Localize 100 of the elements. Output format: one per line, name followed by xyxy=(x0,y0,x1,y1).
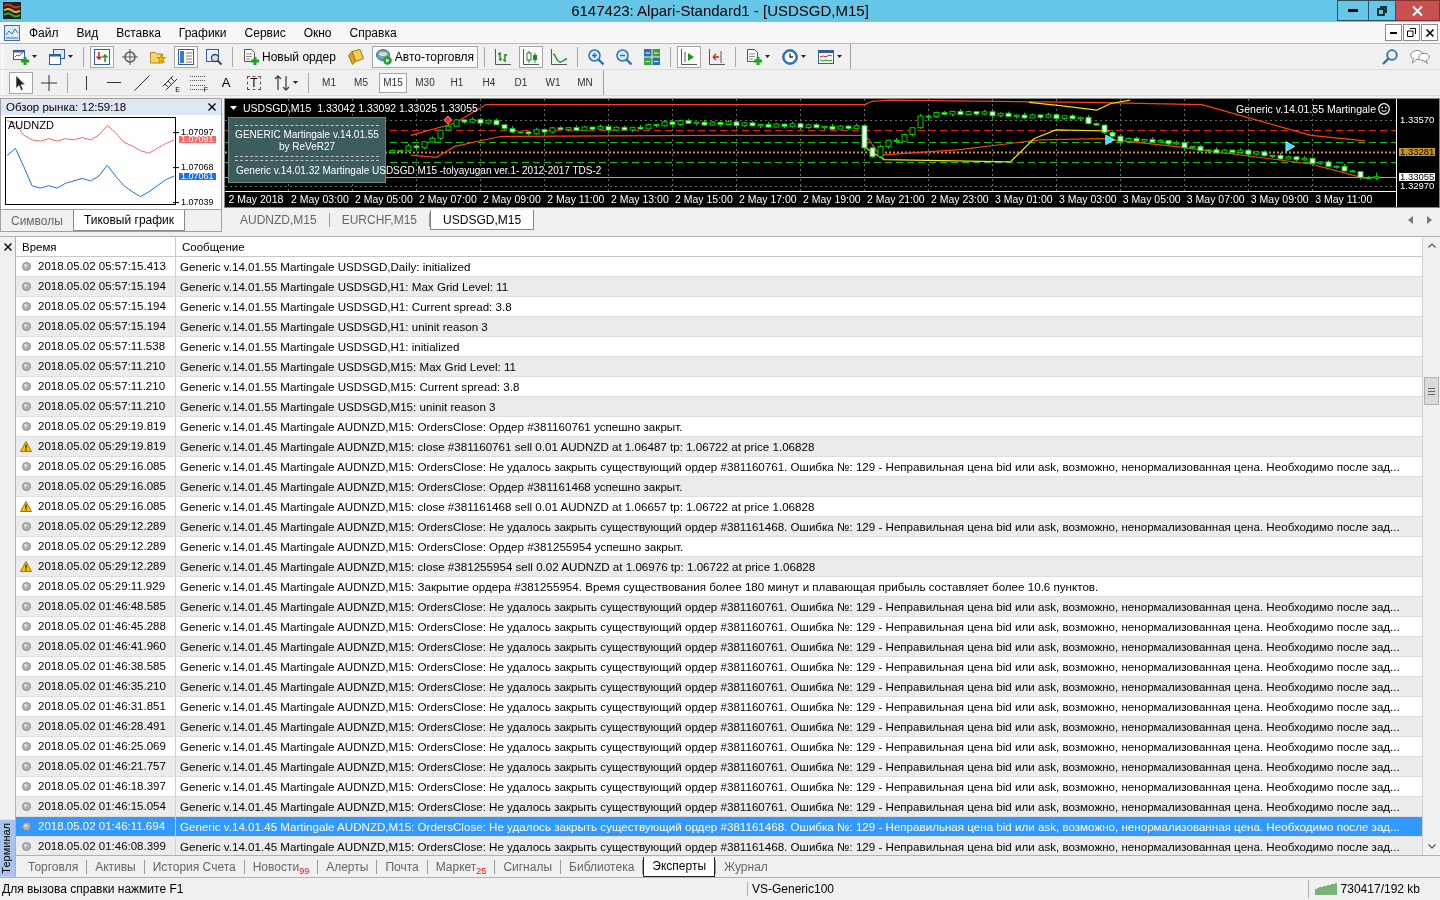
timeframe-button[interactable]: H4 xyxy=(475,72,503,93)
log-row[interactable]: 2018.05.02 05:57:11.210 Generic v.14.01.55 Martingale USDSGD,M15: uninit reason 3 xyxy=(16,397,1422,417)
menu-item[interactable]: Файл xyxy=(20,22,68,43)
log-row[interactable] xyxy=(16,457,1422,477)
timeframe-button[interactable]: MN xyxy=(571,72,599,93)
log-row[interactable]: 2018.05.02 05:29:16.085 Generic v.14.01.45 Martingale AUDNZD,M15: OrdersClose: Ордер #381161468 успешно закрыт. xyxy=(16,477,1422,497)
toolbar-button[interactable] xyxy=(677,45,702,68)
timeframe-button[interactable]: M15 xyxy=(379,72,407,93)
column-header[interactable]: Время xyxy=(16,237,175,257)
log-row[interactable]: 2018.05.02 05:57:11.538 Generic v.14.01.55 Martingale USDSGD,H1: initialized xyxy=(16,337,1422,357)
terminal-tab[interactable]: Библиотека xyxy=(561,856,643,877)
candlestick xyxy=(861,123,868,152)
scrollbar[interactable] xyxy=(1422,237,1440,855)
timeframe-button[interactable]: W1 xyxy=(539,72,567,93)
close-button[interactable] xyxy=(3,243,12,251)
log-row[interactable] xyxy=(16,777,1422,797)
timeframe-button[interactable]: D1 xyxy=(507,72,535,93)
close-button[interactable] xyxy=(208,103,216,111)
scroll-thumb[interactable] xyxy=(1424,377,1439,405)
arrow-up-icon[interactable] xyxy=(1427,243,1436,248)
log-row[interactable]: 2018.05.02 05:29:19.819 Generic v.14.01.45 Martingale AUDNZD,M15: close #381160761 sell 0.01 AUDNZD at 1.06487 tp: 1.06722 at price 1.06828 xyxy=(16,437,1422,457)
menu-item[interactable]: Вставка xyxy=(107,22,170,43)
timeframe-button[interactable]: M5 xyxy=(347,72,375,93)
log-row[interactable] xyxy=(16,517,1422,537)
terminal-tab[interactable]: Сигналы xyxy=(495,856,561,877)
terminal-tab[interactable]: Алерты xyxy=(318,856,377,877)
toolbar-button[interactable] xyxy=(9,71,33,94)
time-cell-text: 2018.05.02 01:46:28.491 xyxy=(37,719,167,734)
chart-window-icon[interactable] xyxy=(4,24,20,41)
toolbar-button[interactable]: Новый ордер xyxy=(239,45,340,68)
toolbar-button[interactable] xyxy=(174,45,198,68)
menu-item[interactable]: Окно xyxy=(294,22,341,43)
log-row[interactable]: 2018.05.02 05:57:11.210 Generic v.14.01.55 Martingale USDSGD,M15: Current spread: 3.8 xyxy=(16,377,1422,397)
terminal-tab[interactable]: Журнал xyxy=(716,856,776,877)
log-row[interactable] xyxy=(16,797,1422,817)
toolbar-button[interactable]: A xyxy=(214,71,238,94)
trendline-icon xyxy=(134,74,150,91)
terminal-tab[interactable]: Торговля xyxy=(20,856,87,877)
log-row[interactable]: 2018.05.02 05:29:12.289 Generic v.14.01.45 Martingale AUDNZD,M15: close #381255954 sell 0.02 AUDNZD at 1.06976 tp: 1.06722 at price 1.06828 xyxy=(16,557,1422,577)
terminal-tab[interactable]: Почта xyxy=(377,856,427,877)
close-button[interactable] xyxy=(1421,24,1438,41)
log-row[interactable] xyxy=(16,597,1422,617)
log-row[interactable] xyxy=(16,677,1422,697)
info-dot-icon xyxy=(21,482,31,491)
menu-item[interactable]: Графики xyxy=(169,22,236,43)
close-button[interactable] xyxy=(1395,0,1440,21)
log-row[interactable] xyxy=(16,737,1422,757)
arrow-down-icon[interactable] xyxy=(1427,844,1436,849)
log-row[interactable] xyxy=(16,637,1422,657)
log-row[interactable]: 2018.05.02 05:57:11.210 Generic v.14.01.55 Martingale USDSGD,M15: Max Grid Level: 11 xyxy=(16,357,1422,377)
menu-item[interactable]: Вид xyxy=(67,22,108,43)
log-row[interactable]: 2018.05.02 05:29:12.289 Generic v.14.01.45 Martingale AUDNZD,M15: OrdersClose: Ордер #381255954 успешно закрыт. xyxy=(16,537,1422,557)
minimize-button[interactable] xyxy=(1385,24,1402,41)
log-row[interactable]: 2018.05.02 05:29:11.929 Generic v.14.01.45 Martingale AUDNZD,M15: Закрытие ордера #381255954. Время существования более 180 минут и плавающая прибыль составляет более 10.6 пунктов. xyxy=(16,577,1422,597)
panel-tab[interactable]: Тиковый график xyxy=(72,210,186,231)
warning-icon xyxy=(20,501,32,512)
time-cell-text: 2018.05.02 05:57:11.210 xyxy=(37,379,167,394)
chart-tab[interactable]: AUDNZD,M15 xyxy=(228,210,329,230)
toolbar-button[interactable] xyxy=(519,45,544,68)
toolbar-button[interactable]: Авто-торговля xyxy=(371,45,479,68)
log-row[interactable]: 2018.05.02 05:57:15.194 Generic v.14.01.55 Martingale USDSGD,H1: uninit reason 3 xyxy=(16,317,1422,337)
chart-tab[interactable]: EURCHF,M15 xyxy=(329,210,430,230)
timeframe-button[interactable]: M1 xyxy=(315,72,343,93)
restore-button[interactable] xyxy=(1403,24,1420,41)
minimize-button[interactable] xyxy=(1337,0,1369,21)
terminal-tab[interactable]: Эксперты xyxy=(643,856,716,877)
menu-item[interactable]: Сервис xyxy=(235,22,295,43)
terminal-tab[interactable]: Активы xyxy=(87,856,144,877)
panel-tab[interactable]: Символы xyxy=(1,210,73,231)
time-label: 2 May 11:00 xyxy=(546,192,606,206)
log-row[interactable]: 2018.05.02 05:29:19.819 Generic v.14.01.45 Martingale AUDNZD,M15: OrdersClose: Ордер #381160761 успешно закрыт. xyxy=(16,417,1422,437)
arrow-right-icon[interactable] xyxy=(1427,216,1432,224)
log-row[interactable]: 2018.05.02 05:57:15.194 Generic v.14.01.55 Martingale USDSGD,H1: Max Grid Level: 11 xyxy=(16,277,1422,297)
warning-icon xyxy=(20,441,32,452)
log-row[interactable]: 2018.05.02 05:57:15.194 Generic v.14.01.55 Martingale USDSGD,H1: Current spread: 3.8 xyxy=(16,297,1422,317)
timeframe-button[interactable]: H1 xyxy=(443,72,471,93)
caret-icon[interactable] xyxy=(230,106,237,110)
log-row[interactable] xyxy=(16,717,1422,737)
info-dot-icon xyxy=(21,742,31,751)
arrow-left-icon[interactable] xyxy=(1408,216,1413,224)
info-dot-icon xyxy=(21,302,31,311)
terminal-tab[interactable]: История Счета xyxy=(144,856,244,877)
info-dot-icon xyxy=(21,702,31,711)
log-row[interactable]: 2018.05.02 05:57:15.413 Generic v.14.01.55 Martingale USDSGD,Daily: initialized xyxy=(16,257,1422,277)
menu-item[interactable]: Справка xyxy=(340,22,406,43)
toolbar-button[interactable] xyxy=(90,45,114,68)
time-cell-text: 2018.05.02 05:29:16.085 xyxy=(37,459,167,474)
window-title: 6147423: Alpari-Standard1 - [USDSGD,M15] xyxy=(571,1,869,21)
search-icon[interactable] xyxy=(1382,48,1398,65)
log-row[interactable] xyxy=(16,697,1422,717)
chart-tab[interactable]: USDSGD,M15 xyxy=(430,210,535,230)
log-row[interactable]: 2018.05.02 05:29:16.085 Generic v.14.01.45 Martingale AUDNZD,M15: close #381161468 sell 0.01 AUDNZD at 1.06657 tp: 1.06722 at price 1.06828 xyxy=(16,497,1422,517)
timeframe-button[interactable]: M30 xyxy=(411,72,439,93)
time-cell-text: 2018.05.02 05:29:12.289 xyxy=(37,539,167,554)
info-text: GENERIC Martingale v.14.01.55 xyxy=(234,129,380,141)
log-row[interactable] xyxy=(16,657,1422,677)
log-row[interactable] xyxy=(16,757,1422,777)
toolbar-button[interactable]: T xyxy=(242,71,266,94)
chat-icon[interactable] xyxy=(1410,48,1430,65)
log-row[interactable] xyxy=(16,617,1422,637)
